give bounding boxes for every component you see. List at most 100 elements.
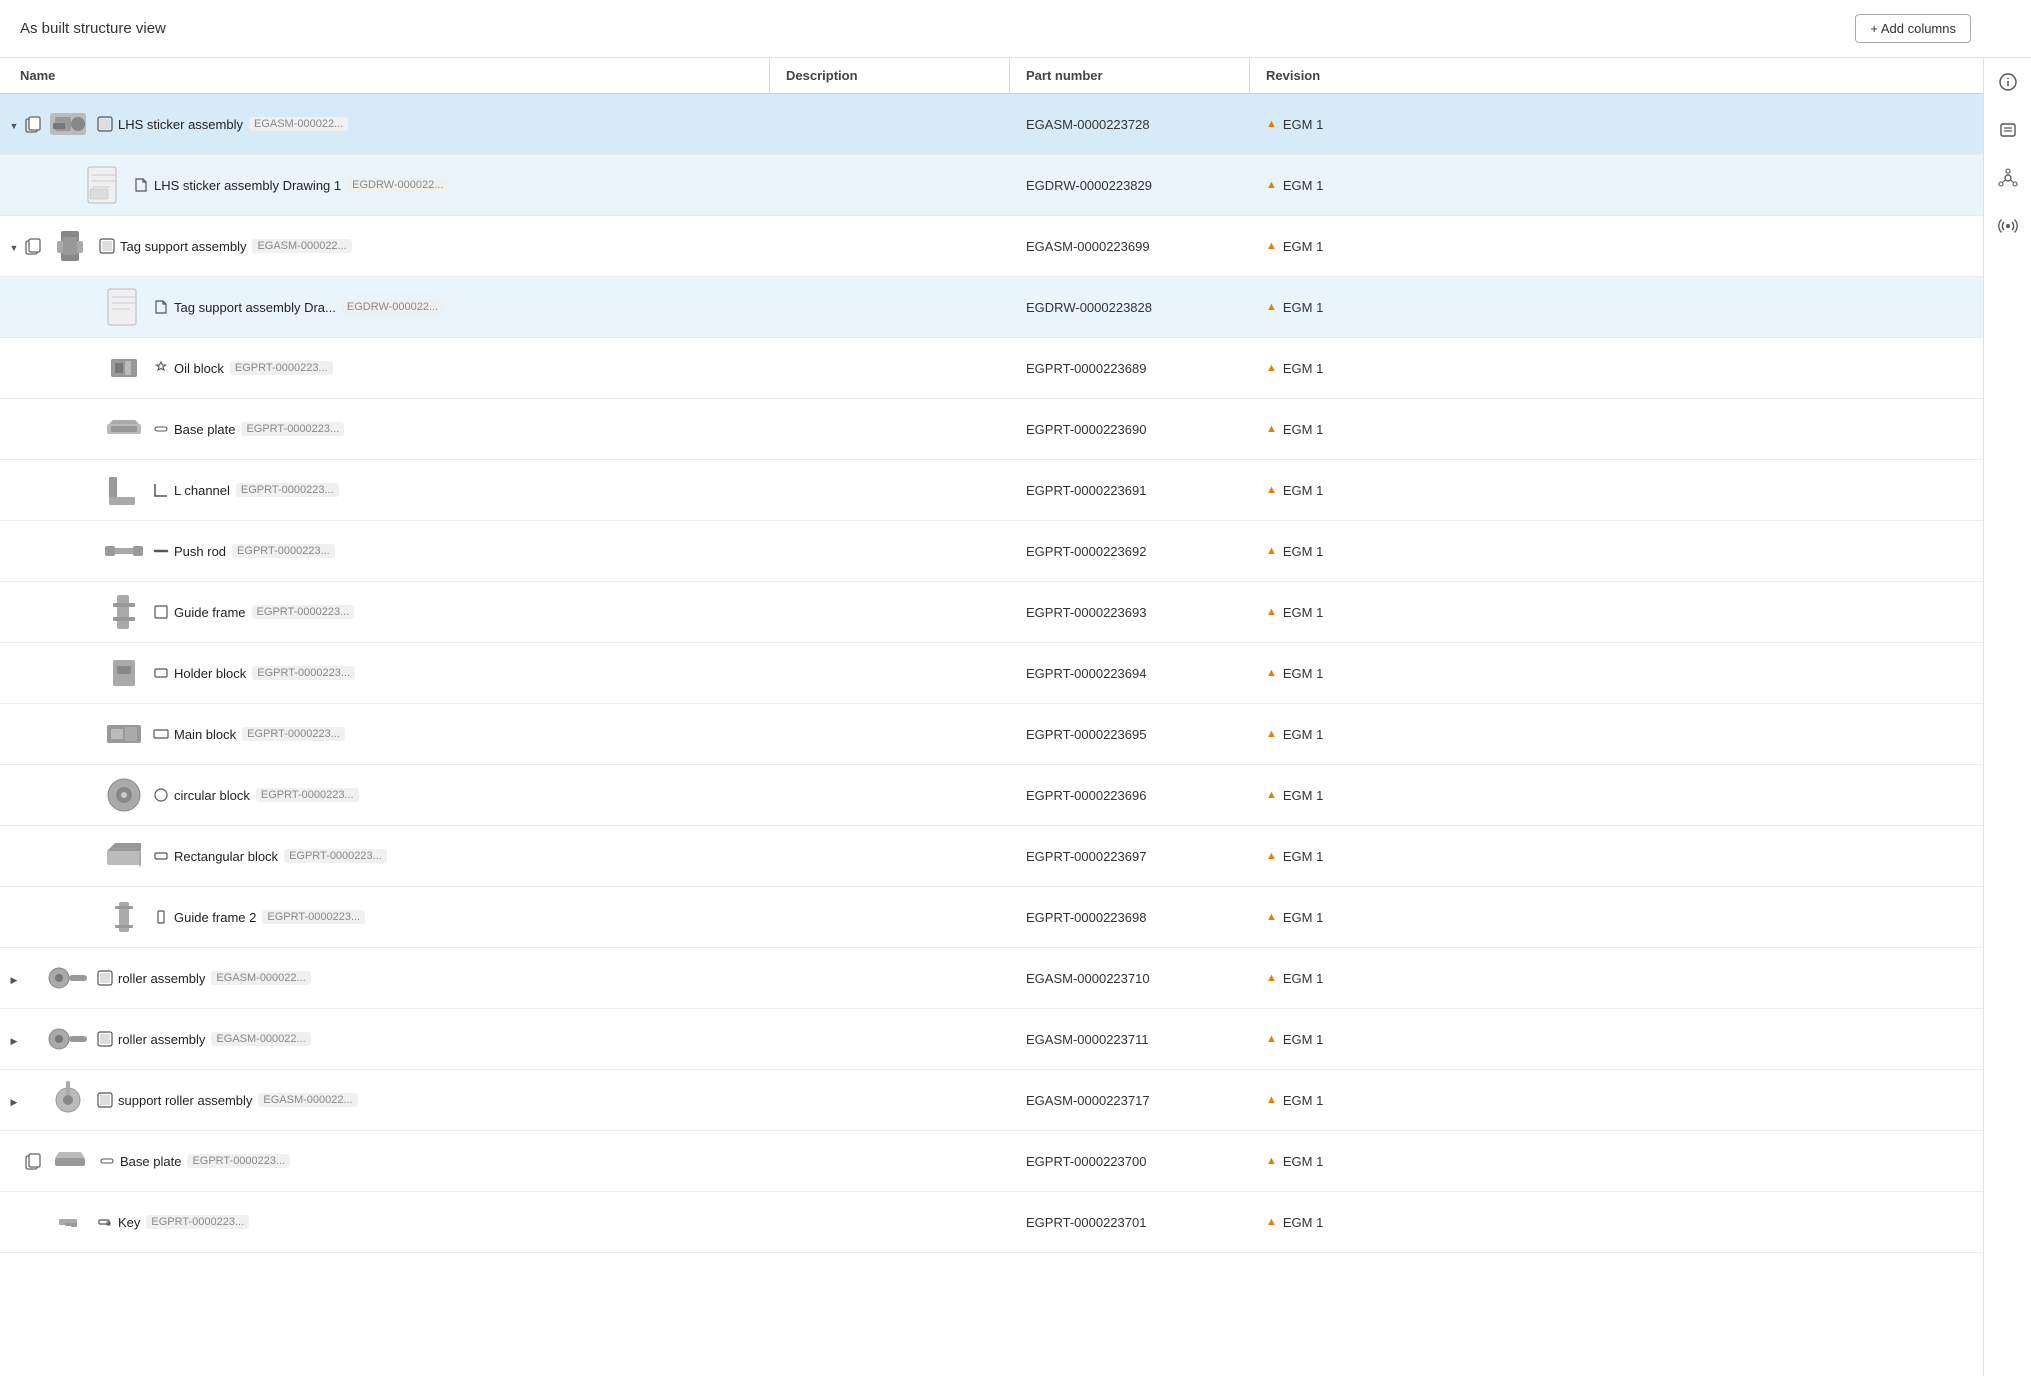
cell-part-number: EGPRT-0000223701 (1010, 1209, 1250, 1236)
table-row[interactable]: LHS sticker assembly Drawing 1 EGDRW-000… (0, 155, 1983, 216)
item-tag: EGASM-000022... (252, 239, 351, 253)
list-icon[interactable] (1994, 116, 2022, 144)
network-icon[interactable] (1994, 164, 2022, 192)
item-name: Base plate (120, 1154, 181, 1169)
revision-text: EGM 1 (1283, 1215, 1323, 1230)
table-row[interactable]: Base plate EGPRT-0000223... EGPRT-000022… (0, 399, 1983, 460)
cell-revision: ▲ EGM 1 (1250, 660, 1450, 687)
revision-icon: ▲ (1266, 667, 1277, 679)
assembly-icon (96, 1030, 114, 1048)
cell-revision: ▲ EGM 1 (1250, 172, 1450, 199)
table-row[interactable]: Tag support assembly EGASM-000022... EGA… (0, 216, 1983, 277)
cell-description (770, 240, 1010, 252)
expand-button[interactable] (4, 114, 24, 134)
cell-description (770, 301, 1010, 313)
revision-icon: ▲ (1266, 728, 1277, 740)
table-area: Name Description Part number Revision (0, 58, 1983, 1376)
revision-icon: ▲ (1266, 423, 1277, 435)
item-name: LHS sticker assembly Drawing 1 (154, 178, 341, 193)
col-header-part-number: Part number (1010, 58, 1250, 93)
cell-description (770, 1033, 1010, 1045)
table-row[interactable]: Base plate EGPRT-0000223... EGPRT-000022… (0, 1131, 1983, 1192)
cell-description (770, 545, 1010, 557)
document-icon (132, 176, 150, 194)
item-name: L channel (174, 483, 230, 498)
expand-button[interactable] (4, 968, 24, 988)
table-row[interactable]: L channel EGPRT-0000223... EGPRT-0000223… (0, 460, 1983, 521)
cell-part-number: EGPRT-0000223696 (1010, 782, 1250, 809)
col-header-revision: Revision (1250, 58, 1450, 93)
cell-description (770, 179, 1010, 191)
thumbnail (100, 832, 148, 880)
cell-description (770, 118, 1010, 130)
cell-description (770, 423, 1010, 435)
revision-text: EGM 1 (1283, 727, 1323, 742)
table-row[interactable]: Tag support assembly Dra... EGDRW-000022… (0, 277, 1983, 338)
part-icon (152, 542, 170, 560)
item-tag: EGASM-000022... (211, 971, 310, 985)
signal-icon[interactable] (1994, 212, 2022, 240)
cell-revision: ▲ EGM 1 (1250, 843, 1450, 870)
table-row[interactable]: Rectangular block EGPRT-0000223... EGPRT… (0, 826, 1983, 887)
thumbnail (44, 1076, 92, 1124)
copy-icon (24, 1152, 42, 1170)
cell-name: Tag support assembly EGASM-000022... (0, 216, 770, 276)
table-row[interactable]: support roller assembly EGASM-000022... … (0, 1070, 1983, 1131)
cell-name: roller assembly EGASM-000022... (0, 948, 770, 1008)
revision-icon: ▲ (1266, 118, 1277, 130)
part-icon (152, 725, 170, 743)
add-columns-button[interactable]: + Add columns (1855, 14, 1971, 43)
table-row[interactable]: roller assembly EGASM-000022... EGASM-00… (0, 948, 1983, 1009)
table-row[interactable]: Main block EGPRT-0000223... EGPRT-000022… (0, 704, 1983, 765)
item-tag: EGPRT-0000223... (187, 1154, 290, 1168)
cell-part-number: EGPRT-0000223690 (1010, 416, 1250, 443)
revision-icon: ▲ (1266, 789, 1277, 801)
table-row[interactable]: roller assembly EGASM-000022... EGASM-00… (0, 1009, 1983, 1070)
part-icon (152, 420, 170, 438)
assembly-icon (96, 115, 114, 133)
cell-part-number: EGPRT-0000223697 (1010, 843, 1250, 870)
revision-text: EGM 1 (1283, 1032, 1323, 1047)
table-row[interactable]: Oil block EGPRT-0000223... EGPRT-0000223… (0, 338, 1983, 399)
item-tag: EGPRT-0000223... (252, 605, 355, 619)
item-tag: EGASM-000022... (258, 1093, 357, 1107)
item-tag: EGPRT-0000223... (230, 361, 333, 375)
cell-part-number: EGASM-0000223711 (1010, 1026, 1250, 1053)
info-icon[interactable] (1994, 68, 2022, 96)
table-row[interactable]: LHS sticker assembly EGASM-000022... EGA… (0, 94, 1983, 155)
assembly-icon (96, 1091, 114, 1109)
cell-revision: ▲ EGM 1 (1250, 721, 1450, 748)
col-header-description: Description (770, 58, 1010, 93)
cell-revision: ▲ EGM 1 (1250, 599, 1450, 626)
item-name: Oil block (174, 361, 224, 376)
cell-description (770, 667, 1010, 679)
cell-description (770, 484, 1010, 496)
item-tag: EGDRW-000022... (347, 178, 448, 192)
table-row[interactable]: Push rod EGPRT-0000223... EGPRT-00002236… (0, 521, 1983, 582)
cell-name: Guide frame EGPRT-0000223... (0, 582, 770, 642)
revision-icon: ▲ (1266, 362, 1277, 374)
part-icon (152, 664, 170, 682)
item-name: roller assembly (118, 1032, 205, 1047)
copy-icon (24, 237, 42, 255)
cell-name: Rectangular block EGPRT-0000223... (0, 826, 770, 886)
cell-name: Key EGPRT-0000223... (0, 1192, 770, 1252)
table-row[interactable]: Guide frame EGPRT-0000223... EGPRT-00002… (0, 582, 1983, 643)
table-row[interactable]: circular block EGPRT-0000223... EGPRT-00… (0, 765, 1983, 826)
revision-text: EGM 1 (1283, 971, 1323, 986)
expand-button[interactable] (4, 1029, 24, 1049)
page: As built structure view + Add columns Na… (0, 0, 2031, 1376)
cell-name: Base plate EGPRT-0000223... (0, 399, 770, 459)
thumbnail (44, 954, 92, 1002)
revision-text: EGM 1 (1283, 666, 1323, 681)
cell-part-number: EGASM-0000223710 (1010, 965, 1250, 992)
part-icon (152, 847, 170, 865)
expand-button[interactable] (4, 1090, 24, 1110)
item-name: Guide frame 2 (174, 910, 256, 925)
table-row[interactable]: Holder block EGPRT-0000223... EGPRT-0000… (0, 643, 1983, 704)
thumbnail (100, 527, 148, 575)
cell-part-number: EGASM-0000223717 (1010, 1087, 1250, 1114)
expand-button[interactable] (4, 236, 24, 256)
table-row[interactable]: Key EGPRT-0000223... EGPRT-0000223701 ▲ … (0, 1192, 1983, 1253)
table-row[interactable]: Guide frame 2 EGPRT-0000223... EGPRT-000… (0, 887, 1983, 948)
